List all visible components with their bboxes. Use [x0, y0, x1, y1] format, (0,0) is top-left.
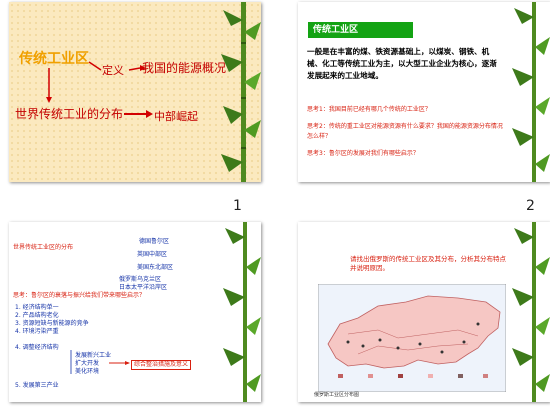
bracket-arrow [70, 350, 130, 374]
question-1: 思考1：我国目前已经有哪几个传统的工业区？ [307, 106, 431, 113]
definition-label: 定义 [102, 64, 124, 77]
slide-number-2: 2 [526, 198, 535, 214]
slide-thumbnail-4[interactable]: 请找出俄罗斯的传统工业区及其分布，分析其分布特点并说明原因。 俄罗斯工业区分布图 [298, 222, 550, 402]
question-3: 思考3：鲁尔区的发展对我们有哪些启示？ [307, 150, 419, 157]
definition-paragraph: 一般是在丰富的煤、铁资源基础上，以煤炭、钢铁、机械、化工等传统工业为主，以大型工… [307, 47, 497, 80]
map-caption: 请找出俄罗斯的传统工业区及其分布，分析其分布特点并说明原因。 [350, 255, 506, 272]
energy-overview-label: 我国的能源概况 [142, 61, 227, 75]
central-rise-label: 中部崛起 [154, 110, 198, 123]
slide-thumbnail-1[interactable]: 传统工业区 定义 我国的能源概况 世界传统工业的分布 中部崛起 [9, 2, 261, 182]
russia-map-icon [318, 284, 506, 392]
slide1-title: 传统工业区 [19, 51, 89, 67]
last-point: 5. 发展第三产业 [15, 382, 59, 389]
question-2: 思考2：传统的重工业区对能源资源有什么要求？我国的能源资源分布情况怎么样？ [307, 123, 503, 140]
slide-thumbnail-2[interactable]: 传统工业区 一般是在丰富的煤、铁资源基础上，以煤炭、钢铁、机械、化工等传统工业为… [298, 2, 550, 182]
bottom-right-label: 综合整治措施及意义 [131, 360, 192, 370]
bamboo-decoration-icon [512, 2, 550, 182]
slide-thumbnail-3[interactable]: 世界传统工业区的分布 德国鲁尔区 英国中部区 美国东北部区 俄罗斯乌克兰区 日本… [9, 222, 261, 402]
connector-arrows [46, 61, 153, 118]
world-distribution-label: 世界传统工业的分布 [15, 107, 124, 121]
bamboo-decoration-icon [512, 222, 550, 402]
slide-number-1: 1 [233, 198, 242, 214]
slide2-header: 传统工业区 [308, 22, 413, 38]
map-footnote: 俄罗斯工业区分布图 [314, 392, 360, 398]
